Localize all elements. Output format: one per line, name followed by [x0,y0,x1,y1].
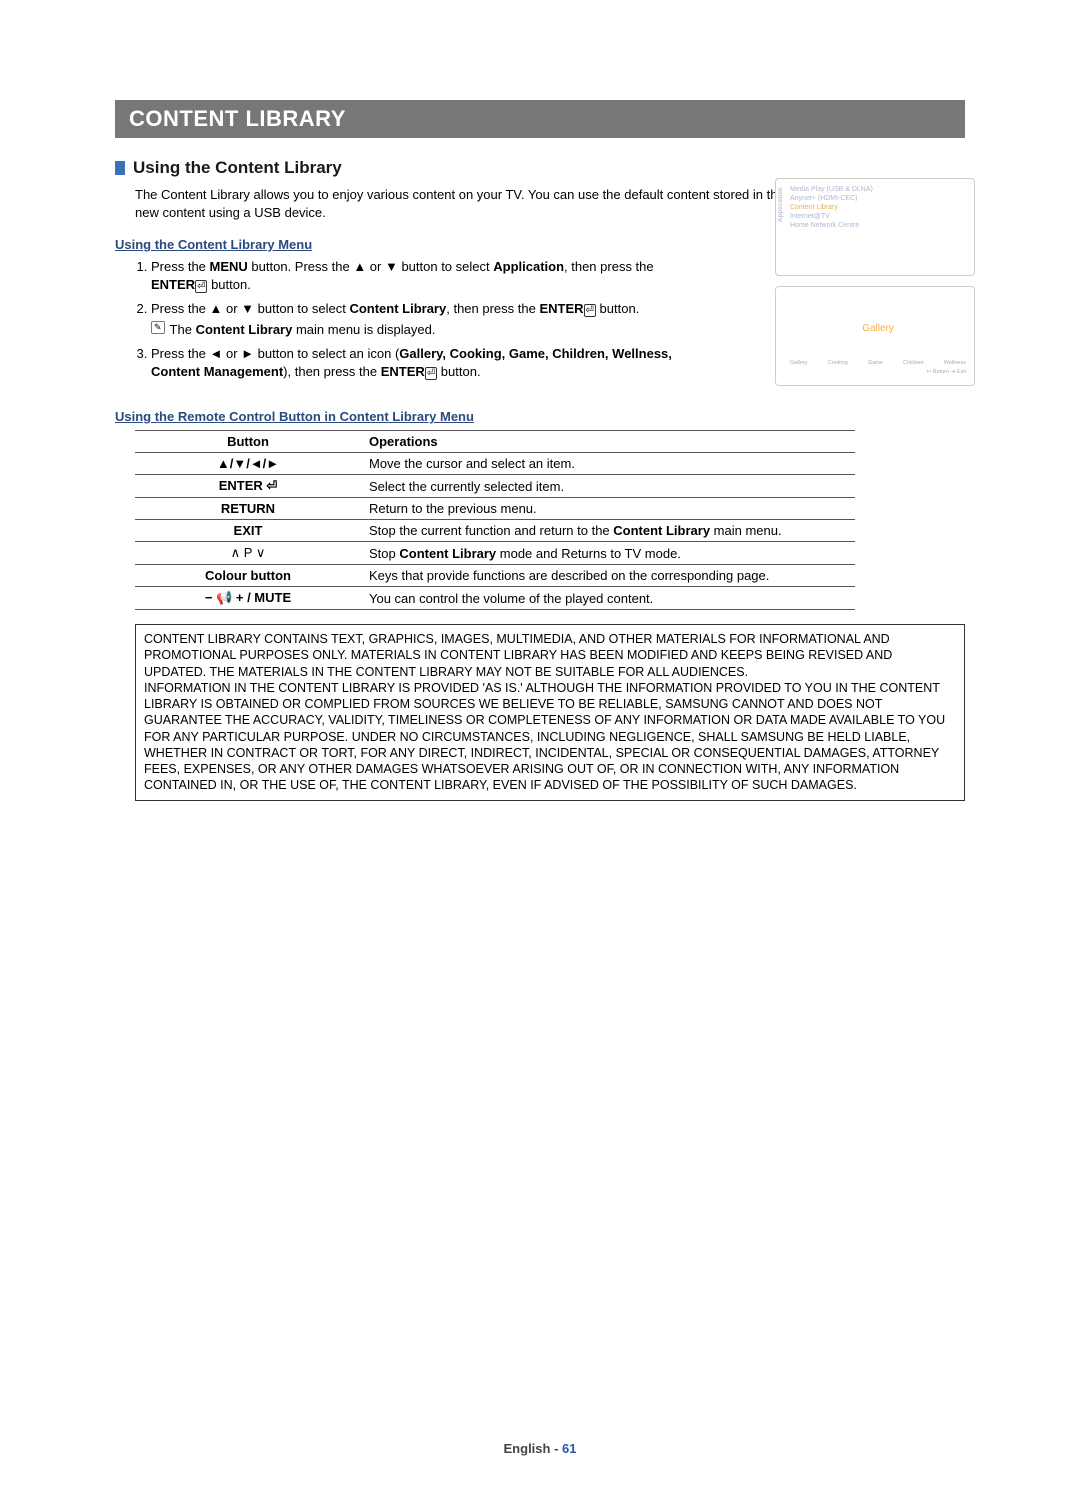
t: , then press the [446,301,539,316]
table-row: EXIT Stop the current function and return… [135,520,855,542]
t: , then press the [564,259,654,274]
t: Stop the current function and return to … [369,523,613,538]
t: mode and Returns to TV mode. [496,546,681,561]
gallery-row-item: Game [868,360,883,366]
cell-btn: Colour button [135,565,361,587]
gallery-row-item: Gallery [790,360,807,366]
enter-icon: ⏎ [195,280,207,293]
screenshot-gallery-title: Gallery [790,323,966,334]
enter-icon: ⏎ [425,367,437,380]
t: Press the ▲ or ▼ button to select [151,301,349,316]
screenshot-gallery-footer: ↩ Return ➔ Exit [790,369,966,375]
content-library-label: Content Library [196,322,293,337]
steps-list: Press the MENU button. Press the ▲ or ▼ … [139,258,681,381]
page-footer: English - 61 [0,1441,1080,1456]
cell-op: Keys that provide functions are describe… [361,565,855,587]
gallery-row-item: Wellness [944,360,966,366]
menu-item: Internet@TV [790,212,966,221]
screenshot-gallery: Gallery Gallery Cooking Game Children We… [775,286,975,386]
t: button. [596,301,639,316]
menu-item: Anynet+ (HDMI-CEC) [790,194,966,203]
table-row: − 📢 + / MUTEYou can control the volume o… [135,587,855,610]
section-heading-text: Using the Content Library [133,158,342,178]
section-heading: Using the Content Library [115,158,965,178]
cell-btn: ENTER ⏎ [135,475,361,498]
th-operations: Operations [361,431,855,453]
t: Stop [369,546,399,561]
section-using-content-library: Using the Content Library The Content Li… [115,158,965,801]
table-row: ∧ P ∨Stop Content Library mode and Retur… [135,542,855,565]
screenshot-menu: Application Media Play (USB & DLNA) Anyn… [775,178,975,276]
table-header-row: Button Operations [135,431,855,453]
cell-btn: RETURN [135,498,361,520]
t: Press the [151,259,210,274]
table-row: ▲/▼/◄/►Move the cursor and select an ite… [135,453,855,475]
cell-op: Select the currently selected item. [361,475,855,498]
table-row: Colour buttonKeys that provide functions… [135,565,855,587]
th-button: Button [135,431,361,453]
menu-item-selected: Content Library [790,203,966,212]
content-library-label: Content Library [399,546,496,561]
table-row: ENTER ⏎Select the currently selected ite… [135,475,855,498]
step-3: Press the ◄ or ► button to select an ico… [151,345,681,381]
button-operations-table: Button Operations ▲/▼/◄/►Move the cursor… [135,430,855,610]
t: main menu. [710,523,782,538]
cell-op: Move the cursor and select an item. [361,453,855,475]
screenshot-menu-vtab: Application [778,187,784,222]
footer-lang: English - [504,1441,563,1456]
enter-label: ENTER [539,301,583,316]
t: Press the ◄ or ► button to select an ico… [151,346,399,361]
enter-icon: ⏎ [584,304,596,317]
footer-page-number: 61 [562,1441,576,1456]
t: The [170,322,196,337]
disclaimer-box: CONTENT LIBRARY CONTAINS TEXT, GRAPHICS,… [135,624,965,801]
heading-marker-icon [115,161,125,175]
cell-op: Return to the previous menu. [361,498,855,520]
menu-item: Home Network Centre [790,221,966,230]
enter-label: ENTER [381,364,425,379]
gallery-row-item: Children [903,360,923,366]
cell-op: Stop Content Library mode and Returns to… [361,542,855,565]
subheading-remote: Using the Remote Control Button in Conte… [115,409,965,424]
t: ), then press the [283,364,381,379]
content-library-label: Content Library [349,301,446,316]
note-icon: ✎ [151,321,165,334]
step-2-note: ✎ The Content Library main menu is displ… [151,321,681,339]
cell-op: Stop the current function and return to … [361,520,855,542]
page-title-bar: CONTENT LIBRARY [115,100,965,138]
application-label: Application [493,259,564,274]
screenshot-column: Application Media Play (USB & DLNA) Anyn… [775,178,975,396]
menu-item: Media Play (USB & DLNA) [790,185,966,194]
cell-btn: ∧ P ∨ [135,542,361,565]
gallery-row-item: Cooking [828,360,848,366]
screenshot-gallery-row: Gallery Cooking Game Children Wellness [790,360,966,366]
menu-label: MENU [210,259,248,274]
step-2: Press the ▲ or ▼ button to select Conten… [151,300,681,338]
cell-btn: EXIT [135,520,361,542]
cell-btn: − 📢 + / MUTE [135,587,361,610]
step-1: Press the MENU button. Press the ▲ or ▼ … [151,258,681,294]
enter-label: ENTER [151,277,195,292]
t: button. [437,364,480,379]
t: button. Press the ▲ or ▼ button to selec… [248,259,493,274]
t: button. [207,277,250,292]
content-library-label: Content Library [613,523,710,538]
cell-op: You can control the volume of the played… [361,587,855,610]
cell-btn: ▲/▼/◄/► [135,453,361,475]
t: main menu is displayed. [292,322,435,337]
table-row: RETURNReturn to the previous menu. [135,498,855,520]
